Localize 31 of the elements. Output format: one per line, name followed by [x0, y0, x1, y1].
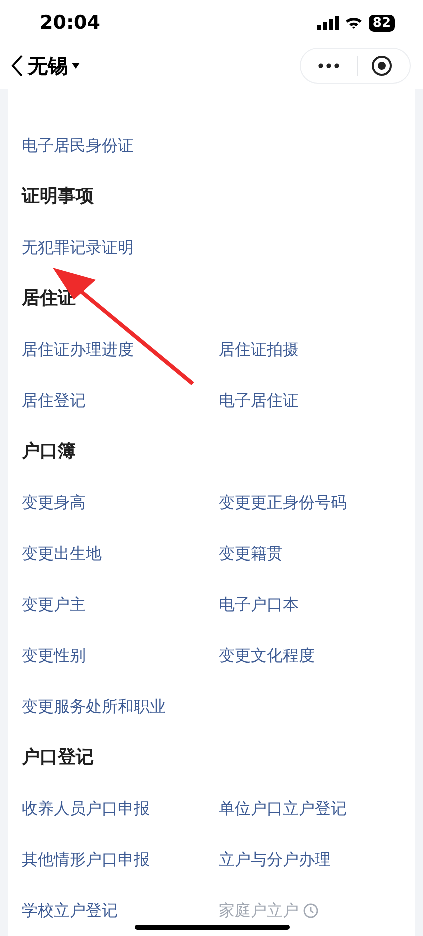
dropdown-icon[interactable] — [72, 62, 80, 70]
service-link[interactable]: 电子户口本 — [219, 592, 299, 616]
service-link[interactable]: 变更籍贯 — [219, 542, 283, 566]
section-heading: 证明事项 — [22, 185, 94, 209]
service-link[interactable]: 电子居住证 — [219, 388, 299, 412]
service-link[interactable]: 居住登记 — [22, 388, 86, 412]
service-link[interactable]: 无犯罪记录证明 — [22, 236, 134, 260]
battery-indicator: 82 — [368, 14, 395, 32]
service-link[interactable]: 其他情形户口申报 — [22, 848, 150, 872]
service-link[interactable]: 变更服务处所和职业 — [22, 694, 166, 718]
service-link[interactable]: 变更户主 — [22, 592, 86, 616]
service-link[interactable]: 居住证拍摄 — [219, 338, 299, 362]
service-link[interactable]: 变更文化程度 — [219, 644, 315, 668]
wifi-icon — [344, 16, 363, 30]
service-link[interactable]: 电子居民身份证 — [22, 134, 134, 158]
clock-icon — [303, 902, 319, 918]
service-link[interactable]: 学校立户登记 — [22, 898, 118, 922]
service-link[interactable]: 收养人员户口申报 — [22, 796, 150, 820]
status-time: 20:04 — [40, 11, 100, 36]
section-heading: 户口簿 — [22, 440, 76, 464]
service-link[interactable]: 变更出生地 — [22, 542, 102, 566]
service-link[interactable]: 居住证办理进度 — [22, 338, 134, 362]
section-heading: 户口登记 — [22, 746, 94, 770]
city-title[interactable]: 无锡 — [28, 50, 68, 81]
service-link[interactable]: 单位户口立户登记 — [219, 796, 347, 820]
back-icon[interactable] — [10, 54, 24, 78]
service-link[interactable]: 变更更正身份号码 — [219, 490, 347, 514]
service-link[interactable]: 变更身高 — [22, 490, 86, 514]
service-link[interactable]: 立户与分户办理 — [219, 848, 331, 872]
service-link[interactable]: 变更性别 — [22, 644, 86, 668]
signal-icon — [316, 16, 339, 30]
